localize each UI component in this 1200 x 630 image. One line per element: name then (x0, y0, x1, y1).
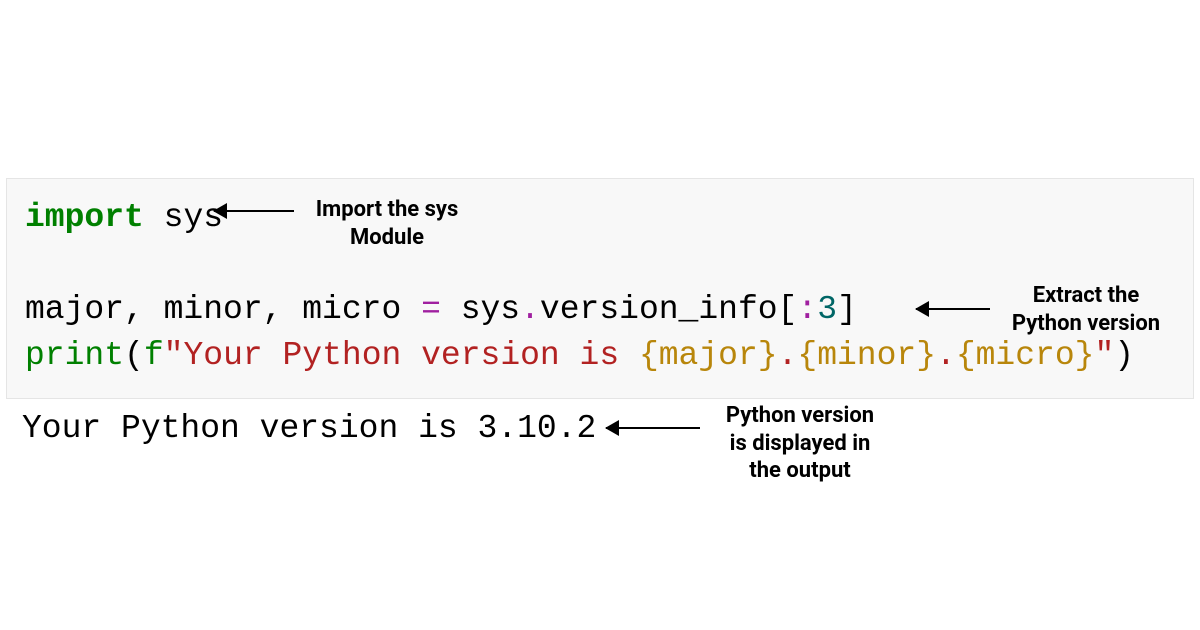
blank-line (25, 241, 1175, 287)
code-line-3: print(f"Your Python version is {major}.{… (25, 333, 1175, 379)
arrow-icon (214, 210, 294, 212)
keyword-import: import (25, 199, 144, 236)
arrow-icon (916, 308, 990, 310)
annotation-import: Import the sys Module (302, 196, 472, 251)
code-line-1: import sys (25, 195, 1175, 241)
annotation-output: Python version is displayed in the outpu… (710, 402, 890, 485)
annotation-extract: Extract the Python version (996, 282, 1176, 337)
arrow-icon (606, 427, 700, 429)
output-text: Your Python version is 3.10.2 (22, 410, 596, 447)
